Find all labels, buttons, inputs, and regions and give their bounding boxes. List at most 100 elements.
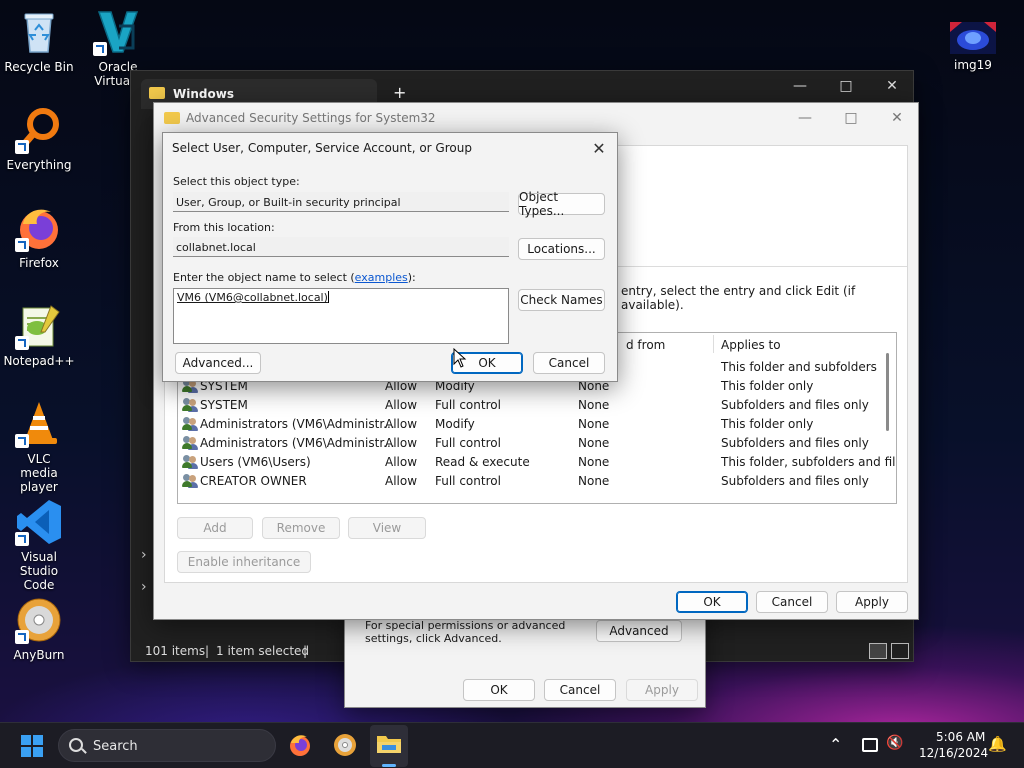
special-permissions-text: For special permissions or advanced sett… <box>365 619 566 645</box>
taskbar-anyburn-icon[interactable] <box>333 733 357 757</box>
desktop-icon-recycle-bin[interactable]: Recycle Bin <box>0 8 78 74</box>
row-principal: CREATOR OWNER <box>200 474 307 488</box>
column-header-applies-to[interactable]: Applies to <box>721 338 781 352</box>
location-field: collabnet.local <box>173 237 509 257</box>
select-user-dialog[interactable]: Select User, Computer, Service Account, … <box>162 132 618 382</box>
new-tab-button[interactable]: + <box>393 83 406 102</box>
minimize-icon[interactable]: — <box>777 71 823 101</box>
user-group-icon <box>182 474 198 488</box>
object-name-label-text: Enter the object name to select ( <box>173 271 355 284</box>
desktop-icon-vlc[interactable]: VLC media player <box>0 400 78 494</box>
row-applies-to: Subfolders and files only <box>721 474 869 488</box>
examples-link[interactable]: examples <box>355 271 408 284</box>
search-placeholder: Search <box>93 739 138 754</box>
maximize-icon[interactable]: □ <box>823 71 869 101</box>
close-icon[interactable]: ✕ <box>874 103 920 133</box>
column-header-inherited[interactable]: d from <box>626 338 665 352</box>
table-row[interactable]: Users (VM6\Users) Allow Read & execute N… <box>178 453 896 472</box>
location-label: From this location: <box>173 221 275 234</box>
object-name-value: VM6 (VM6@collabnet.local) <box>177 291 328 304</box>
icon-label: Everything <box>6 158 72 172</box>
advsec-titlebar[interactable]: Advanced Security Settings for System32 … <box>154 103 918 133</box>
row-inherited: None <box>578 474 610 488</box>
shortcut-arrow-icon <box>93 42 107 56</box>
remove-button[interactable]: Remove <box>262 517 340 539</box>
icon-label: Notepad++ <box>3 354 75 368</box>
close-icon[interactable]: ✕ <box>581 133 617 163</box>
folder-icon <box>149 87 165 99</box>
row-inherited: None <box>578 436 610 450</box>
view-button[interactable]: View <box>348 517 426 539</box>
icon-label: VLC media player <box>20 452 58 494</box>
start-windows-icon[interactable] <box>20 734 44 758</box>
add-button[interactable]: Add <box>177 517 253 539</box>
select-cancel-button[interactable]: Cancel <box>533 352 605 374</box>
row-applies-to: This folder and subfolders <box>721 360 877 374</box>
details-view-icon[interactable] <box>869 643 887 659</box>
firefox-icon <box>15 204 63 252</box>
chevron-right-icon[interactable]: › <box>141 547 147 563</box>
locations-button[interactable]: Locations... <box>518 238 605 260</box>
select-dialog-titlebar[interactable]: Select User, Computer, Service Account, … <box>163 133 617 163</box>
properties-apply-button[interactable]: Apply <box>626 679 698 701</box>
table-row[interactable]: CREATOR OWNER Allow Full control None Su… <box>178 472 888 491</box>
status-item-count: 101 items <box>145 644 206 658</box>
taskbar-explorer-icon[interactable] <box>370 725 408 767</box>
advsec-apply-button[interactable]: Apply <box>836 591 908 613</box>
notification-bell-icon[interactable]: 🔔 <box>988 735 1007 753</box>
shortcut-arrow-icon <box>15 140 29 154</box>
desktop-icon-everything[interactable]: Everything <box>0 106 78 172</box>
row-principal: Users (VM6\Users) <box>200 455 311 469</box>
row-type: Allow <box>385 455 418 469</box>
table-row[interactable]: Administrators (VM6\Administr... Allow M… <box>178 415 888 434</box>
mouse-pointer-icon <box>453 348 467 368</box>
anyburn-disc-icon <box>15 596 63 644</box>
clock-date[interactable]: 12/16/2024 <box>919 746 988 760</box>
properties-advanced-button[interactable]: Advanced <box>596 620 682 642</box>
table-scrollbar[interactable] <box>886 353 889 431</box>
search-icon-handle <box>81 748 87 754</box>
object-type-field: User, Group, or Built-in security princi… <box>173 192 509 212</box>
shortcut-arrow-icon <box>15 336 29 350</box>
desktop-icon-vscode[interactable]: Visual Studio Code <box>0 498 78 592</box>
active-indicator <box>382 764 396 767</box>
desktop-icon-img19[interactable]: img19 <box>934 22 1012 72</box>
row-type: Allow <box>385 398 418 412</box>
icon-label: Recycle Bin <box>4 60 74 74</box>
desktop-icon-anyburn[interactable]: AnyBurn <box>0 596 78 662</box>
taskbar-firefox-icon[interactable] <box>288 733 312 757</box>
clock-time[interactable]: 5:06 AM <box>936 730 985 744</box>
network-icon[interactable] <box>862 738 878 752</box>
advsec-title: Advanced Security Settings for System32 <box>186 111 436 125</box>
icon-label: AnyBurn <box>13 648 65 662</box>
maximize-icon[interactable]: □ <box>828 103 874 133</box>
desktop-icon-firefox[interactable]: Firefox <box>0 204 78 270</box>
table-row[interactable]: Administrators (VM6\Administr... Allow F… <box>178 434 888 453</box>
advsec-ok-button[interactable]: OK <box>676 591 748 613</box>
row-access: Full control <box>435 436 501 450</box>
volume-muted-icon[interactable]: 🔇 <box>886 735 903 751</box>
chevron-right-icon[interactable]: › <box>141 579 147 595</box>
table-row[interactable]: SYSTEM Allow Full control None Subfolder… <box>178 396 888 415</box>
tiles-view-icon[interactable] <box>891 643 909 659</box>
shortcut-arrow-icon <box>15 630 29 644</box>
object-name-textarea[interactable]: VM6 (VM6@collabnet.local) <box>173 288 509 344</box>
desktop-icon-notepadpp[interactable]: Notepad++ <box>0 302 78 368</box>
row-inherited: None <box>578 398 610 412</box>
status-divider: | <box>205 644 210 658</box>
advsec-cancel-button[interactable]: Cancel <box>756 591 828 613</box>
enable-inheritance-button[interactable]: Enable inheritance <box>177 551 311 573</box>
check-names-button[interactable]: Check Names <box>518 289 605 311</box>
properties-cancel-button[interactable]: Cancel <box>544 679 616 701</box>
user-group-icon <box>182 417 198 431</box>
close-icon[interactable]: ✕ <box>869 71 915 101</box>
row-applies-to: This folder, subfolders and file <box>721 455 897 469</box>
properties-ok-button[interactable]: OK <box>463 679 535 701</box>
object-types-button[interactable]: Object Types... <box>518 190 605 218</box>
select-advanced-button[interactable]: Advanced... <box>175 352 261 374</box>
taskbar-search-box[interactable]: Search <box>58 729 276 762</box>
chevron-up-icon[interactable]: ⌃ <box>829 735 842 754</box>
minimize-icon[interactable]: — <box>782 103 828 133</box>
everything-search-icon <box>15 106 63 154</box>
object-name-label: Enter the object name to select (example… <box>173 271 416 284</box>
